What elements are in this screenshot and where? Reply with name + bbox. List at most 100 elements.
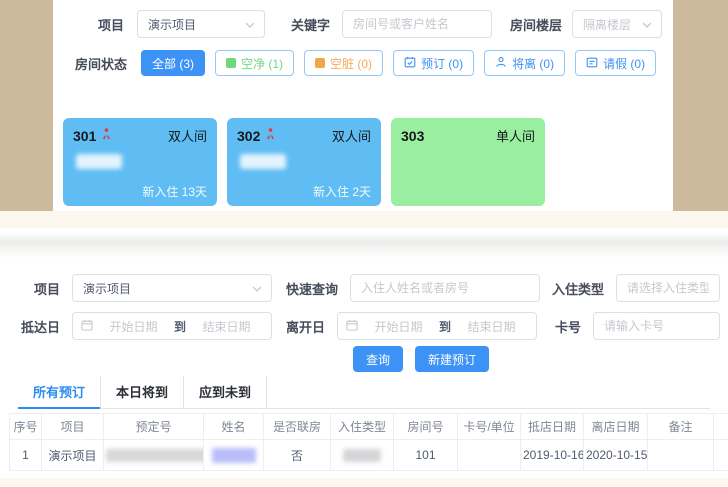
calendar-icon — [81, 319, 93, 334]
col-header-arrival-date: 抵店日期 — [521, 414, 584, 440]
keyword-label: 关键字 — [291, 15, 330, 34]
project-label: 项目 — [8, 279, 60, 298]
room-type: 单人间 — [496, 126, 535, 145]
cell-departure-date: 2020-10-15 — [584, 440, 648, 471]
reservation-panel: 项目 演示项目 快速查询 入住类型 抵达日 开始日期 到 结束日期 离开日 — [0, 228, 728, 478]
project-select-value: 演示项目 — [148, 16, 196, 33]
cell-arrival-date: 2019-10-16 — [521, 440, 584, 471]
status-button-vacant-clean[interactable]: 空净 (1) — [215, 50, 294, 76]
room-card-302[interactable]: 302 双人间 新入住 2天 — [227, 118, 381, 206]
redacted-value — [212, 448, 256, 463]
calendar-note-icon — [586, 56, 598, 71]
guest-occupied-icon — [265, 127, 276, 145]
reservation-tabs: 所有预订 本日将到 应到未到 — [18, 376, 710, 409]
departure-date-label: 离开日 — [286, 317, 325, 336]
room-card-list: 301 双人间 新入住 13天 302 双人间 新 — [63, 118, 673, 206]
query-button[interactable]: 查询 — [353, 346, 403, 372]
room-card-header: 303 单人间 — [401, 126, 535, 145]
status-button-leave[interactable]: 请假 (0) — [575, 50, 656, 76]
col-header-extra — [714, 414, 728, 440]
arrival-date-label: 抵达日 — [8, 317, 60, 336]
cell-reservation-no — [104, 440, 204, 471]
room-stay-info: 新入住 13天 — [142, 183, 207, 200]
date-range-to-label: 到 — [174, 318, 186, 335]
room-status-label: 房间状态 — [75, 54, 127, 73]
cell-project: 演示项目 — [42, 440, 104, 471]
card-no-input[interactable] — [593, 312, 720, 340]
table-header-row: 序号 项目 预定号 姓名 是否联房 入住类型 房间号 卡号/单位 抵店日期 离店… — [10, 414, 728, 440]
start-date-placeholder: 开始日期 — [97, 318, 170, 335]
card-no-label: 卡号 — [555, 317, 581, 336]
calendar-icon — [346, 319, 358, 334]
chevron-down-icon — [245, 17, 255, 31]
status-button-all[interactable]: 全部 (3) — [141, 50, 205, 76]
room-type: 双人间 — [332, 126, 371, 145]
floor-label: 房间楼层 — [510, 15, 562, 34]
room-number: 303 — [401, 128, 424, 144]
reservation-filter-row-2: 抵达日 开始日期 到 结束日期 离开日 开始日期 到 结束日期 卡号 — [8, 312, 720, 340]
col-header-departure-date: 离店日期 — [584, 414, 648, 440]
status-button-departing[interactable]: 将离 (0) — [484, 50, 565, 76]
col-header-checkin-type: 入住类型 — [331, 414, 394, 440]
cell-card-unit — [458, 440, 521, 471]
room-card-303[interactable]: 303 单人间 — [391, 118, 545, 206]
col-header-reservation-no: 预定号 — [104, 414, 204, 440]
cell-room-no: 101 — [394, 440, 458, 471]
cell-remark — [648, 440, 714, 471]
calendar-check-icon — [404, 56, 416, 71]
keyword-input[interactable] — [342, 10, 492, 38]
col-header-index: 序号 — [10, 414, 42, 440]
col-header-room-no: 房间号 — [394, 414, 458, 440]
quick-search-label: 快速查询 — [286, 279, 338, 298]
status-button-reserved[interactable]: 预订 (0) — [393, 50, 474, 76]
checkin-type-label: 入住类型 — [552, 279, 604, 298]
date-range-to-label: 到 — [439, 318, 451, 335]
table-row: 1 演示项目 否 101 2019-10-16 2020-10-15 — [10, 440, 728, 471]
status-button-label: 请假 (0) — [603, 55, 645, 72]
redacted-value — [343, 449, 381, 462]
col-header-name: 姓名 — [204, 414, 264, 440]
tab-expected-not-arrived[interactable]: 应到未到 — [184, 376, 267, 408]
room-stay-info: 新入住 2天 — [313, 183, 371, 200]
redacted-value — [106, 449, 204, 462]
room-board-panel: 项目 演示项目 关键字 房间楼层 隔离楼层 房间状态 全部 (3) — [53, 0, 673, 211]
cell-checkin-type — [331, 440, 394, 471]
departure-date-range-picker[interactable]: 开始日期 到 结束日期 — [337, 312, 537, 340]
project-select[interactable]: 演示项目 — [72, 274, 272, 302]
green-square-icon — [226, 58, 236, 68]
room-type: 双人间 — [168, 126, 207, 145]
guest-name-redacted — [76, 154, 122, 169]
col-header-remark: 备注 — [648, 414, 714, 440]
project-label: 项目 — [98, 15, 124, 34]
guest-occupied-icon — [101, 127, 112, 145]
cell-index: 1 — [10, 440, 42, 471]
tab-arriving-today[interactable]: 本日将到 — [101, 376, 184, 408]
checkin-type-select[interactable] — [616, 274, 720, 302]
orange-square-icon — [315, 58, 325, 68]
end-date-placeholder: 结束日期 — [455, 318, 528, 335]
tab-all-reservations[interactable]: 所有预订 — [18, 376, 101, 408]
quick-search-input[interactable] — [350, 274, 540, 302]
room-card-header: 302 双人间 — [237, 126, 371, 145]
status-button-label: 将离 (0) — [512, 55, 554, 72]
room-board-filter-row: 项目 演示项目 关键字 房间楼层 隔离楼层 — [98, 10, 673, 38]
start-date-placeholder: 开始日期 — [362, 318, 435, 335]
status-button-vacant-dirty[interactable]: 空脏 (0) — [304, 50, 383, 76]
reservation-filter-row-1: 项目 演示项目 快速查询 入住类型 — [8, 274, 720, 302]
room-card-301[interactable]: 301 双人间 新入住 13天 — [63, 118, 217, 206]
page-background: 项目 演示项目 关键字 房间楼层 隔离楼层 房间状态 全部 (3) — [0, 0, 728, 211]
guest-name-redacted — [240, 154, 286, 169]
cell-extra — [714, 440, 728, 471]
end-date-placeholder: 结束日期 — [190, 318, 263, 335]
project-select-value: 演示项目 — [83, 280, 131, 297]
arrival-date-range-picker[interactable]: 开始日期 到 结束日期 — [72, 312, 272, 340]
project-select[interactable]: 演示项目 — [137, 10, 265, 38]
new-reservation-button[interactable]: 新建预订 — [415, 346, 489, 372]
chevron-down-icon — [252, 281, 262, 295]
col-header-card-unit: 卡号/单位 — [458, 414, 521, 440]
floor-select[interactable]: 隔离楼层 — [572, 10, 662, 38]
status-button-label: 空脏 (0) — [330, 55, 372, 72]
room-number: 301 — [73, 128, 96, 144]
person-icon — [495, 56, 507, 71]
cell-linked-room: 否 — [264, 440, 331, 471]
